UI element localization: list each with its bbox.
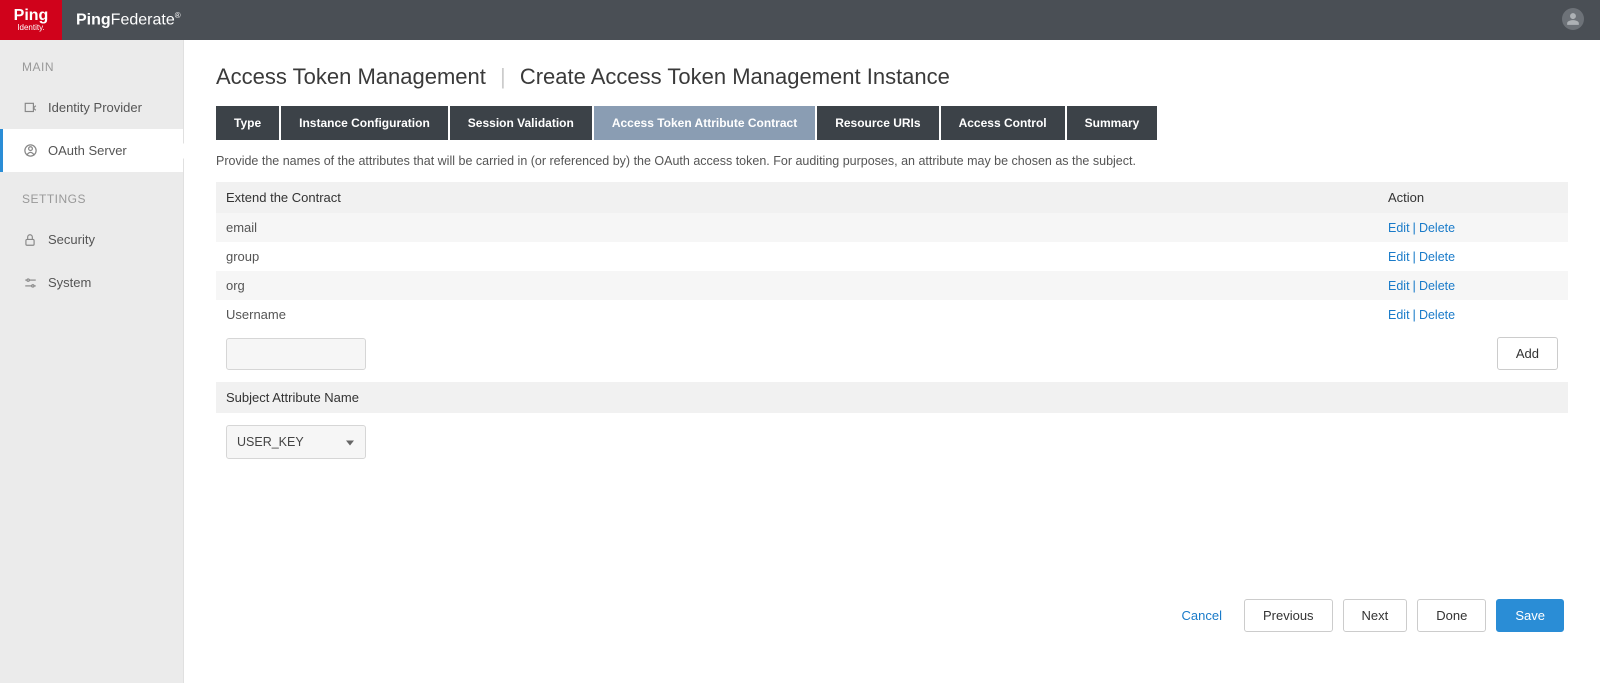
delete-link[interactable]: Delete (1419, 279, 1455, 293)
oauth-icon (22, 143, 38, 158)
table-row: email Edit|Delete (216, 213, 1568, 242)
delete-link[interactable]: Delete (1419, 308, 1455, 322)
idp-icon (22, 101, 38, 115)
edit-link[interactable]: Edit (1388, 308, 1410, 322)
add-attribute-row: Add (216, 329, 1568, 378)
tab-type[interactable]: Type (216, 106, 279, 140)
tab-session-validation[interactable]: Session Validation (450, 106, 592, 140)
table-row: group Edit|Delete (216, 242, 1568, 271)
topbar: Ping Identity. PingFederate® (0, 0, 1600, 40)
save-button[interactable]: Save (1496, 599, 1564, 632)
column-header-attribute: Extend the Contract (226, 190, 1388, 205)
subject-attribute-select[interactable]: USER_KEY (226, 425, 366, 459)
edit-link[interactable]: Edit (1388, 279, 1410, 293)
breadcrumb: Access Token Management | Create Access … (216, 64, 1568, 90)
table-row: Username Edit|Delete (216, 300, 1568, 329)
delete-link[interactable]: Delete (1419, 250, 1455, 264)
previous-button[interactable]: Previous (1244, 599, 1333, 632)
breadcrumb-part: Access Token Management (216, 64, 486, 89)
tab-summary[interactable]: Summary (1067, 106, 1158, 140)
tab-resource-uris[interactable]: Resource URIs (817, 106, 938, 140)
user-menu-icon[interactable] (1562, 8, 1584, 30)
sidebar-item-system[interactable]: System (0, 261, 183, 304)
tab-access-control[interactable]: Access Control (941, 106, 1065, 140)
lock-icon (22, 233, 38, 247)
subject-attribute-select-wrap: USER_KEY (226, 425, 366, 459)
logo-text-big: Ping (14, 8, 49, 24)
attribute-name: group (226, 249, 1388, 264)
subject-attribute-header: Subject Attribute Name (216, 382, 1568, 413)
new-attribute-input[interactable] (226, 338, 366, 370)
sidebar-item-label: Identity Provider (48, 100, 142, 115)
contract-table-body: email Edit|Delete group Edit|Delete org … (216, 213, 1568, 329)
table-row: org Edit|Delete (216, 271, 1568, 300)
edit-link[interactable]: Edit (1388, 221, 1410, 235)
attribute-name: Username (226, 307, 1388, 322)
main-content: Access Token Management | Create Access … (184, 40, 1600, 683)
sidebar: MAIN Identity Provider OAuth Server SETT… (0, 40, 184, 683)
column-header-action: Action (1388, 190, 1558, 205)
cancel-link[interactable]: Cancel (1182, 608, 1222, 623)
attribute-name: email (226, 220, 1388, 235)
product-name: PingFederate® (76, 11, 181, 29)
sidebar-item-oauth-server[interactable]: OAuth Server (0, 129, 183, 172)
contract-table-header: Extend the Contract Action (216, 182, 1568, 213)
done-button[interactable]: Done (1417, 599, 1486, 632)
help-text: Provide the names of the attributes that… (216, 154, 1568, 168)
tab-instance-configuration[interactable]: Instance Configuration (281, 106, 448, 140)
breadcrumb-part: Create Access Token Management Instance (520, 64, 950, 89)
breadcrumb-separator: | (500, 64, 506, 89)
sliders-icon (22, 276, 38, 290)
sidebar-heading-settings: SETTINGS (0, 172, 183, 218)
sidebar-item-security[interactable]: Security (0, 218, 183, 261)
next-button[interactable]: Next (1343, 599, 1408, 632)
edit-link[interactable]: Edit (1388, 250, 1410, 264)
brand-logo: Ping Identity. (0, 0, 62, 40)
sidebar-item-label: Security (48, 232, 95, 247)
delete-link[interactable]: Delete (1419, 221, 1455, 235)
sidebar-heading-main: MAIN (0, 40, 183, 86)
sidebar-item-identity-provider[interactable]: Identity Provider (0, 86, 183, 129)
logo-text-small: Identity. (17, 24, 44, 32)
add-button[interactable]: Add (1497, 337, 1558, 370)
tab-access-token-attribute-contract[interactable]: Access Token Attribute Contract (594, 106, 815, 140)
sidebar-item-label: OAuth Server (48, 143, 127, 158)
sidebar-item-label: System (48, 275, 91, 290)
footer-actions: Cancel Previous Next Done Save (216, 599, 1568, 632)
tab-row: Type Instance Configuration Session Vali… (216, 106, 1568, 140)
attribute-name: org (226, 278, 1388, 293)
